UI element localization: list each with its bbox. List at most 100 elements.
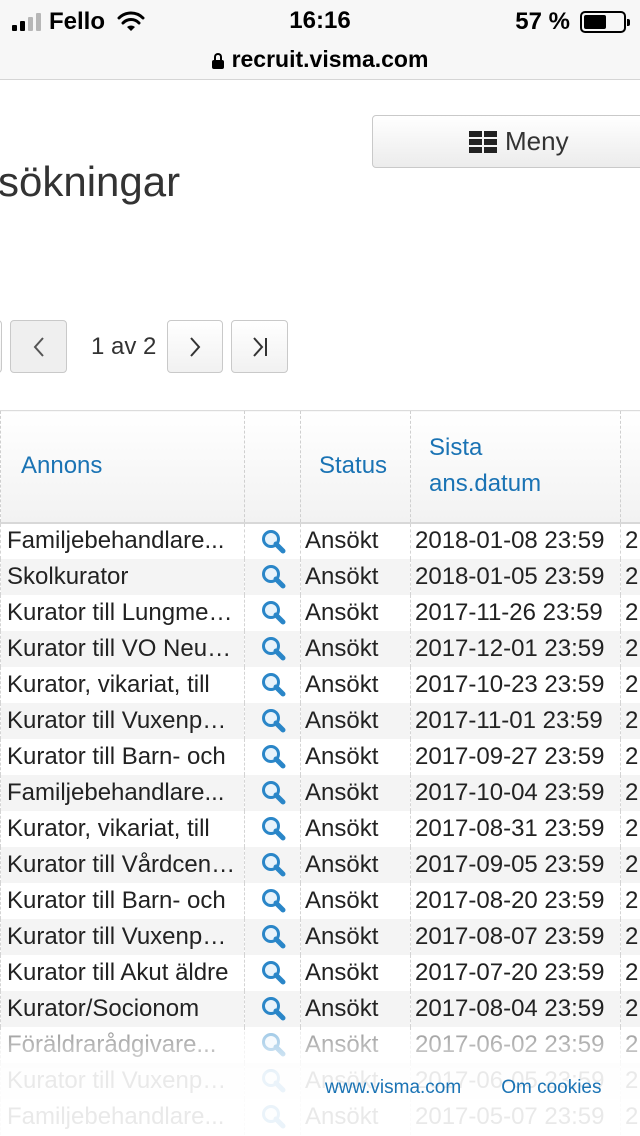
view-ad-cell[interactable] — [244, 1062, 301, 1099]
magnifier-icon[interactable] — [260, 852, 286, 878]
table-row[interactable]: Kurator till Vuxenpsykiatri Ansökt2017-11… — [0, 702, 640, 739]
deadline-label-line1: Sista — [429, 434, 483, 462]
ad-title-cell[interactable]: Kurator, vikariat, till — [0, 666, 245, 703]
table-row[interactable]: Kurator, vikariat, till Ansökt 2017-10-23 … — [0, 666, 640, 703]
ad-title-cell[interactable]: Kurator till Vårdcentral — [0, 846, 245, 883]
table-row[interactable]: Skolkurator Ansökt 2018-01-05 23:59 2 — [0, 558, 640, 595]
footer-links: www.visma.com Om cookies — [325, 1077, 602, 1099]
magnifier-icon[interactable] — [260, 708, 286, 734]
table-row[interactable]: Kurator till Barn- och Ansökt 2017-09-27 2… — [0, 738, 640, 775]
magnifier-icon[interactable] — [260, 816, 286, 842]
menu-button[interactable]: Meny — [372, 115, 640, 168]
extra-cell: 2 — [620, 702, 640, 739]
table-row[interactable]: Familjebehandlare... Ansökt 2017-10-04 23:… — [0, 774, 640, 811]
view-ad-cell[interactable] — [244, 990, 301, 1027]
status-cell: Ansökt — [300, 558, 411, 595]
view-ad-cell[interactable] — [244, 666, 301, 703]
ad-title-cell[interactable]: Kurator till Barn- och — [0, 738, 245, 775]
magnifier-icon[interactable] — [260, 780, 286, 806]
extra-cell: 2 — [620, 666, 640, 703]
table-row[interactable]: Kurator, vikariat, till Ansökt 2017-08-31 … — [0, 810, 640, 847]
ad-title-cell[interactable]: Familjebehandlare... — [0, 1098, 245, 1135]
ad-title-cell[interactable]: Kurator till Vuxenpsykiatri — [0, 702, 245, 739]
table-row[interactable]: Kurator till Lungmedicin Ansökt 2017-11-26… — [0, 594, 640, 631]
status-cell: Ansökt — [300, 738, 411, 775]
extra-cell: 2 — [620, 1098, 640, 1135]
column-header-view — [244, 410, 301, 524]
ad-title-cell[interactable]: Kurator till Akut äldre — [0, 954, 245, 991]
ad-title-cell[interactable]: Kurator till Barn- och — [0, 882, 245, 919]
magnifier-icon[interactable] — [260, 672, 286, 698]
status-cell: Ansökt — [300, 846, 411, 883]
view-ad-cell[interactable] — [244, 738, 301, 775]
table-row[interactable]: Kurator till Vårdcentral Ansökt 2017-09-05… — [0, 846, 640, 883]
view-ad-cell[interactable] — [244, 774, 301, 811]
last-page-button[interactable] — [231, 320, 288, 373]
magnifier-icon[interactable] — [260, 1032, 286, 1058]
view-ad-cell[interactable] — [244, 522, 301, 559]
deadline-cell: 2018-01-08 23:59 — [410, 522, 621, 559]
view-ad-cell[interactable] — [244, 954, 301, 991]
cookies-link[interactable]: Om cookies — [501, 1077, 601, 1099]
view-ad-cell[interactable] — [244, 918, 301, 955]
view-ad-cell[interactable] — [244, 630, 301, 667]
view-ad-cell[interactable] — [244, 1026, 301, 1063]
column-header-status[interactable]: Status — [300, 410, 411, 524]
view-ad-cell[interactable] — [244, 594, 301, 631]
extra-cell: 2 — [620, 630, 640, 667]
last-page-icon — [252, 336, 267, 357]
magnifier-icon[interactable] — [260, 888, 286, 914]
view-ad-cell[interactable] — [244, 702, 301, 739]
ad-title-cell[interactable]: Kurator, vikariat, till — [0, 810, 245, 847]
ad-title-cell[interactable]: Kurator/Socionom — [0, 990, 245, 1027]
column-header-annons[interactable]: Annons — [0, 410, 245, 524]
ad-title-cell[interactable]: Kurator till Lungmedicin — [0, 594, 245, 631]
magnifier-icon[interactable] — [260, 600, 286, 626]
extra-cell: 2 — [620, 1026, 640, 1063]
table-row[interactable]: Kurator till Barn- och Ansökt 2017-08-20 2… — [0, 882, 640, 919]
view-ad-cell[interactable] — [244, 846, 301, 883]
table-row[interactable]: Familjebehandlare... Ansökt 2017-05-07 23:… — [0, 1098, 640, 1135]
view-ad-cell[interactable] — [244, 558, 301, 595]
magnifier-icon[interactable] — [260, 960, 286, 986]
view-ad-cell[interactable] — [244, 810, 301, 847]
table-row[interactable]: Kurator till VO Neurologi Ansökt 2017-12-0… — [0, 630, 640, 667]
address-bar[interactable]: recruit.visma.com — [0, 40, 640, 80]
table-row[interactable]: Kurator/Socionom Ansökt 2017-08-04 23:59 2 — [0, 990, 640, 1027]
view-ad-cell[interactable] — [244, 1098, 301, 1135]
ad-title-cell[interactable]: Familjebehandlare... — [0, 522, 245, 559]
table-row[interactable]: Familjebehandlare... Ansökt 2018-01-08 23:… — [0, 522, 640, 559]
ad-title-cell[interactable]: Föräldrarådgivare... — [0, 1026, 245, 1063]
magnifier-icon[interactable] — [260, 1104, 286, 1130]
ad-title-cell[interactable]: Familjebehandlare... — [0, 774, 245, 811]
view-ad-cell[interactable] — [244, 882, 301, 919]
visma-link[interactable]: www.visma.com — [325, 1077, 461, 1099]
magnifier-icon[interactable] — [260, 924, 286, 950]
magnifier-icon[interactable] — [260, 564, 286, 590]
grid-menu-icon — [469, 130, 497, 153]
next-page-button[interactable] — [167, 320, 223, 373]
magnifier-icon[interactable] — [260, 1068, 286, 1094]
magnifier-icon[interactable] — [260, 744, 286, 770]
extra-cell: 2 — [620, 918, 640, 955]
status-cell: Ansökt — [300, 1098, 411, 1135]
column-header-deadline[interactable]: Sista ans.datum — [410, 410, 621, 524]
column-header-extra — [620, 410, 640, 524]
deadline-cell: 2017-07-20 23:59 — [410, 954, 621, 991]
status-cell: Ansökt — [300, 918, 411, 955]
table-row[interactable]: Föräldrarådgivare... Ansökt 2017-06-02 23:… — [0, 1026, 640, 1063]
ad-title-cell[interactable]: Kurator till VO Neurologi — [0, 630, 245, 667]
first-page-button[interactable] — [0, 320, 2, 373]
extra-cell: 2 — [620, 522, 640, 559]
ad-title-cell[interactable]: Kurator till Vuxenpsykiatri — [0, 918, 245, 955]
previous-page-button[interactable] — [10, 320, 67, 373]
ad-title-cell[interactable]: Kurator till Vuxenpsykiatri — [0, 1062, 245, 1099]
magnifier-icon[interactable] — [260, 529, 286, 555]
extra-cell: 2 — [620, 990, 640, 1027]
ad-title-cell[interactable]: Skolkurator — [0, 558, 245, 595]
table-row[interactable]: Kurator till Akut äldre Ansökt 2017-07-20 … — [0, 954, 640, 991]
magnifier-icon[interactable] — [260, 636, 286, 662]
magnifier-icon[interactable] — [260, 996, 286, 1022]
status-cell: Ansökt — [300, 774, 411, 811]
table-row[interactable]: Kurator till Vuxenpsykiatri Ansökt2017-08… — [0, 918, 640, 955]
